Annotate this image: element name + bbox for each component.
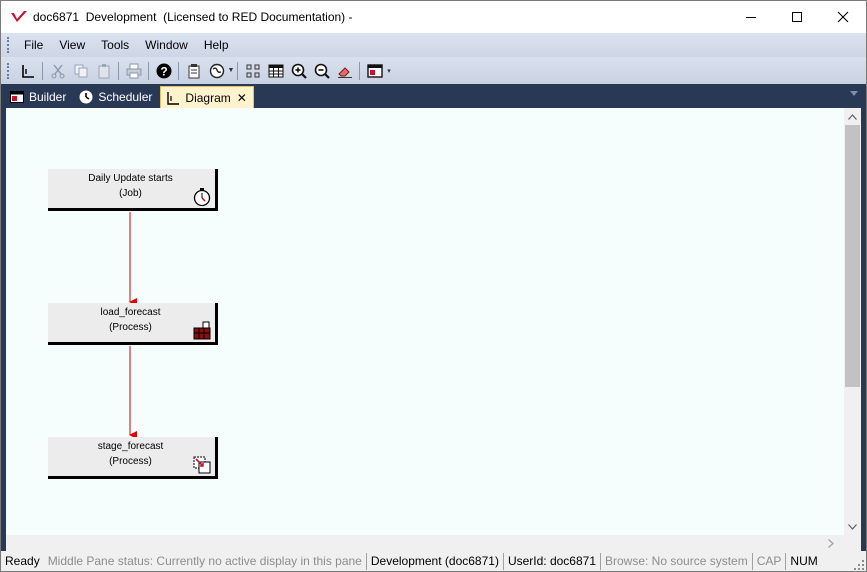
menu-help[interactable]: Help (196, 33, 237, 57)
status-cap: CAP (756, 554, 782, 568)
grid-button[interactable] (265, 60, 287, 82)
builder-icon (10, 90, 24, 104)
copy-button[interactable] (70, 60, 92, 82)
menu-view[interactable]: View (51, 33, 93, 57)
window-button[interactable] (364, 60, 386, 82)
scroll-down-icon[interactable] (844, 518, 861, 535)
toolbar-separator (148, 61, 149, 80)
tab-label: Builder (29, 90, 67, 104)
status-middle-pane: Middle Pane status: Currently no active … (47, 554, 362, 568)
menu-window[interactable]: Window (137, 33, 196, 57)
status-ready: Ready (5, 554, 40, 568)
tab-close-icon[interactable]: ✕ (237, 91, 247, 105)
globe-icon (209, 63, 224, 78)
zoom-in-icon (291, 63, 307, 79)
tab-label: Scheduler (98, 90, 153, 104)
toolbar-separator (118, 61, 119, 80)
tab-label: Diagram (185, 90, 231, 105)
content-frame: Daily Update starts (Job) load_forecast … (1, 108, 866, 552)
horizontal-scrollbar[interactable] (6, 535, 844, 552)
app-window: doc6871 Development (Licensed to RED Doc… (0, 0, 867, 572)
maximize-button[interactable] (774, 1, 820, 33)
cut-icon (51, 64, 64, 78)
minimize-icon (746, 17, 756, 18)
clipboard-icon (188, 63, 199, 78)
grid-icon (268, 64, 283, 77)
minimize-button[interactable] (728, 1, 774, 33)
resize-grip-icon[interactable] (854, 560, 864, 570)
menu-tools[interactable]: Tools (93, 33, 137, 57)
diagram-node-load-forecast[interactable]: load_forecast (Process) (48, 303, 218, 345)
close-icon (837, 11, 849, 23)
status-num: NUM (790, 554, 818, 568)
title-bar: doc6871 Development (Licensed to RED Doc… (1, 1, 866, 33)
stage-table-icon (193, 456, 211, 474)
toolbar-grip[interactable] (7, 62, 10, 79)
scroll-corner (844, 535, 861, 552)
scroll-right-icon[interactable] (822, 535, 839, 552)
toolbar-separator (42, 61, 43, 80)
zoom-out-icon (314, 63, 330, 79)
node-title: Daily Update starts (88, 173, 173, 184)
app-logo-icon (11, 11, 27, 22)
node-title: load_forecast (100, 307, 161, 318)
menu-bar: File View Tools Window Help (1, 33, 866, 57)
tab-builder[interactable]: Builder (5, 86, 72, 108)
window-controls (728, 1, 866, 33)
node-title: stage_forecast (97, 441, 164, 452)
cut-button[interactable] (47, 60, 69, 82)
tab-strip: Builder Scheduler Diagram ✕ (1, 84, 866, 108)
tab-scheduler[interactable]: Scheduler (74, 86, 158, 108)
print-button[interactable] (123, 60, 145, 82)
layout-button[interactable] (242, 60, 264, 82)
window-title: doc6871 Development (Licensed to RED Doc… (33, 10, 353, 24)
diagram-icon (166, 91, 180, 105)
status-browse: Browse: No source system (605, 554, 748, 568)
diagram-node-stage-forecast[interactable]: stage_forecast (Process) (48, 437, 218, 479)
copy-icon (74, 64, 87, 77)
maximize-icon (792, 12, 802, 22)
eraser-icon (337, 66, 352, 78)
svg-text:?: ? (160, 64, 167, 78)
diagram-canvas[interactable]: Daily Update starts (Job) load_forecast … (6, 108, 844, 535)
node-type: (Process) (109, 322, 152, 333)
toolbar-overflow-icon[interactable]: ▾ (386, 60, 392, 82)
scroll-up-icon[interactable] (844, 108, 861, 125)
print-icon (126, 63, 141, 78)
stopwatch-icon (193, 188, 211, 207)
toolbar-separator (237, 61, 238, 80)
window-icon (366, 63, 383, 78)
diagram-node-job[interactable]: Daily Update starts (Job) (48, 169, 218, 211)
tab-list-dropdown-icon[interactable] (850, 91, 858, 96)
vertical-scrollbar[interactable] (844, 108, 861, 535)
new-icon (21, 64, 34, 78)
node-type: (Job) (119, 188, 142, 199)
clock-icon (79, 90, 93, 104)
vertical-scroll-thumb[interactable] (845, 125, 860, 387)
status-bar: Ready Middle Pane status: Currently no a… (1, 551, 866, 571)
status-repository: Development (doc6871) (370, 554, 499, 568)
tab-diagram[interactable]: Diagram ✕ (160, 86, 254, 108)
zoom-in-button[interactable] (288, 60, 310, 82)
globe-button[interactable] (206, 60, 228, 82)
clipboard-button[interactable] (183, 60, 205, 82)
load-table-icon (193, 321, 211, 340)
toolbar-separator (178, 61, 179, 80)
paste-icon (98, 63, 109, 78)
node-type: (Process) (109, 456, 152, 467)
status-user: UserId: doc6871 (507, 554, 596, 568)
toolbar-separator (359, 61, 360, 80)
toolbar: ? ▼ ▾ (1, 57, 866, 84)
new-button[interactable] (17, 60, 39, 82)
zoom-out-button[interactable] (311, 60, 333, 82)
menu-file[interactable]: File (16, 33, 51, 57)
close-button[interactable] (820, 1, 866, 33)
layout-icon (246, 64, 259, 77)
eraser-button[interactable] (334, 60, 356, 82)
help-button[interactable]: ? (153, 60, 175, 82)
help-icon: ? (156, 63, 171, 78)
menu-grip[interactable] (7, 37, 10, 53)
globe-dropdown-icon[interactable]: ▼ (228, 60, 235, 82)
paste-button[interactable] (93, 60, 115, 82)
